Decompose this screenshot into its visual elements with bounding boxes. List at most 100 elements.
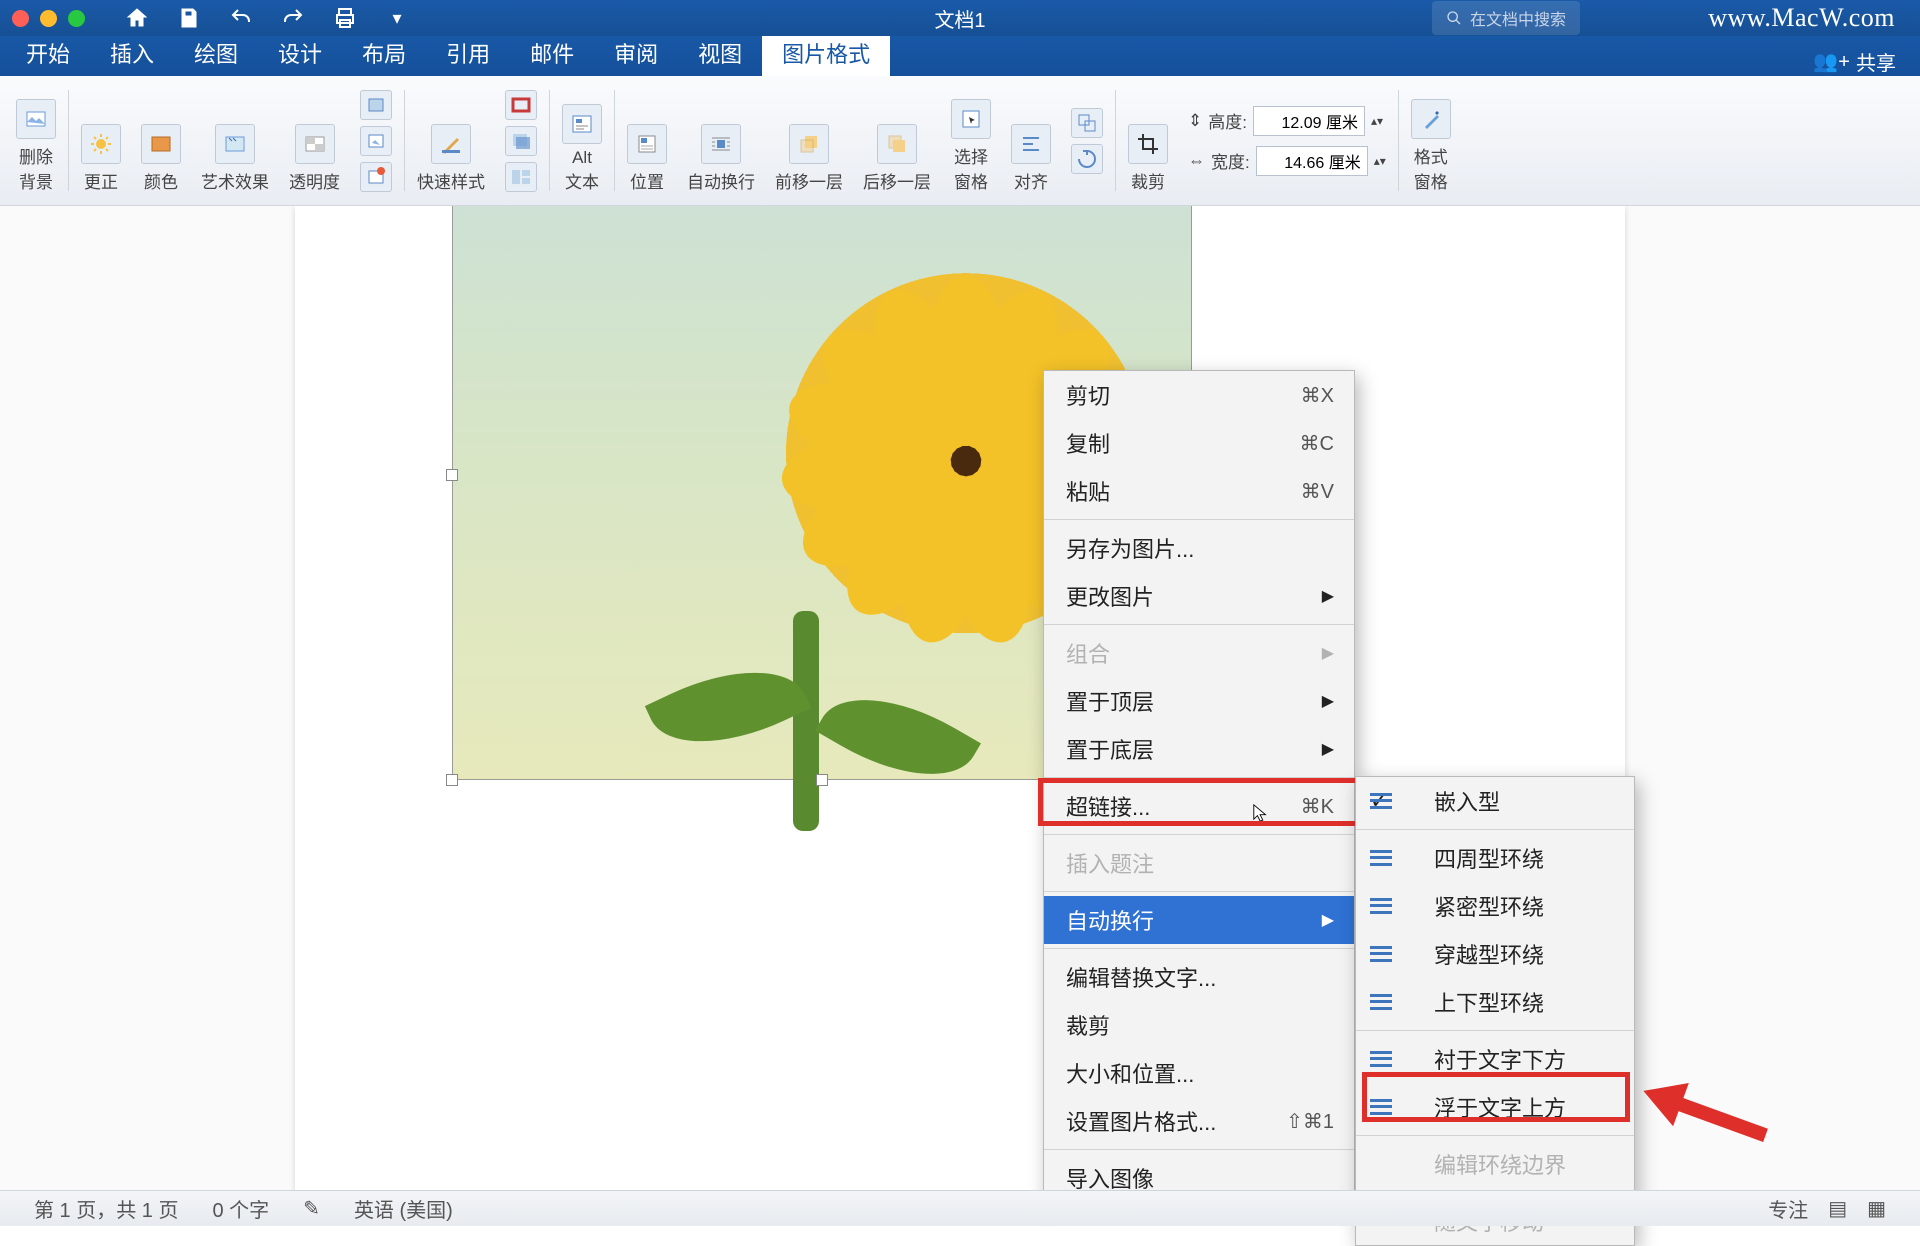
undo-icon[interactable] (229, 6, 253, 30)
customize-icon[interactable]: ▾ (385, 6, 409, 30)
search-input[interactable]: 在文档中搜索 (1432, 1, 1580, 35)
transparency-button[interactable]: 透明度 (279, 84, 350, 197)
alt-text-button[interactable]: Alt 文本 (552, 84, 612, 197)
tab-picture-format[interactable]: 图片格式 (762, 30, 890, 76)
corrections-button[interactable]: 更正 (71, 84, 131, 197)
ctx-hyperlink[interactable]: 超链接...⌘K (1044, 782, 1354, 830)
wrap-through[interactable]: 穿越型环绕 (1356, 930, 1634, 978)
format-pane-button[interactable]: 格式 窗格 (1401, 84, 1461, 197)
wrap-top-bottom[interactable]: 上下型环绕 (1356, 978, 1634, 1026)
print-icon[interactable] (333, 6, 357, 30)
view-web-icon[interactable]: ▦ (1867, 1196, 1886, 1221)
view-print-icon[interactable]: ▤ (1828, 1196, 1847, 1221)
color-button[interactable]: 颜色 (131, 84, 191, 197)
tab-references[interactable]: 引用 (426, 30, 510, 76)
status-bar: 第 1 页，共 1 页 0 个字 ✎ 英语 (美国) 专注 ▤ ▦ (0, 1190, 1920, 1226)
tab-draw[interactable]: 绘图 (174, 30, 258, 76)
save-icon[interactable] (177, 6, 201, 30)
ctx-crop[interactable]: 裁剪 (1044, 1001, 1354, 1049)
tab-layout[interactable]: 布局 (342, 30, 426, 76)
ctx-format-picture[interactable]: 设置图片格式...⇧⌘1 (1044, 1097, 1354, 1145)
wrap-icon (1370, 898, 1392, 914)
search-placeholder: 在文档中搜索 (1470, 6, 1566, 30)
ctx-send-to-back[interactable]: 置于底层▶ (1044, 725, 1354, 773)
window-controls (12, 10, 85, 27)
focus-mode[interactable]: 专注 (1768, 1194, 1808, 1223)
group-button[interactable] (1071, 108, 1103, 138)
width-input[interactable] (1256, 146, 1368, 176)
position-button[interactable]: 位置 (617, 84, 677, 197)
tab-view[interactable]: 视图 (678, 30, 762, 76)
crop-button[interactable]: 裁剪 (1118, 84, 1178, 197)
height-label: 高度: (1208, 108, 1247, 133)
wrap-in-front-of-text[interactable]: 浮于文字上方 (1356, 1083, 1634, 1131)
wrap-behind-text[interactable]: 衬于文字下方 (1356, 1035, 1634, 1083)
quick-access-toolbar: ▾ (125, 6, 409, 30)
height-icon: ⇕ (1188, 111, 1202, 131)
search-icon (1446, 10, 1462, 26)
ctx-size-position[interactable]: 大小和位置... (1044, 1049, 1354, 1097)
titlebar: ▾ 文档1 在文档中搜索 www.MacW.com (0, 0, 1920, 36)
quick-styles-button[interactable]: 快速样式 (407, 84, 495, 197)
ctx-copy[interactable]: 复制⌘C (1044, 419, 1354, 467)
rotate-button[interactable] (1071, 144, 1103, 174)
selection-pane-button[interactable]: 选择 窗格 (941, 84, 1001, 197)
word-count[interactable]: 0 个字 (212, 1194, 269, 1223)
size-group: ⇕高度:▴▾ ⇔宽度:▴▾ (1178, 84, 1396, 197)
resize-handle-s[interactable] (816, 774, 828, 786)
ctx-edit-alt-text[interactable]: 编辑替换文字... (1044, 953, 1354, 1001)
language-indicator[interactable]: 英语 (美国) (354, 1194, 453, 1223)
ctx-cut[interactable]: 剪切⌘X (1044, 371, 1354, 419)
picture-effects-button[interactable] (505, 126, 537, 156)
share-button[interactable]: 👥+共享 (1813, 47, 1896, 76)
change-picture-button[interactable] (360, 126, 392, 156)
wrap-inline[interactable]: ✓嵌入型 (1356, 777, 1634, 825)
maximize-window[interactable] (68, 10, 85, 27)
compress-button[interactable] (360, 90, 392, 120)
tab-mailings[interactable]: 邮件 (510, 30, 594, 76)
ctx-paste[interactable]: 粘贴⌘V (1044, 467, 1354, 515)
wrap-square[interactable]: 四周型环绕 (1356, 834, 1634, 882)
ctx-wrap-text[interactable]: 自动换行▶ (1044, 896, 1354, 944)
ctx-bring-to-front[interactable]: 置于顶层▶ (1044, 677, 1354, 725)
wrap-text-button[interactable]: 自动换行 (677, 84, 765, 197)
cursor-icon (1252, 803, 1270, 821)
tab-design[interactable]: 设计 (258, 30, 342, 76)
wrap-tight[interactable]: 紧密型环绕 (1356, 882, 1634, 930)
wrap-submenu: ✓嵌入型 四周型环绕 紧密型环绕 穿越型环绕 上下型环绕 衬于文字下方 浮于文字… (1355, 776, 1635, 1246)
picture-border-button[interactable] (505, 90, 537, 120)
wrap-icon (1370, 1099, 1392, 1115)
picture-layout-button[interactable] (505, 162, 537, 192)
tab-review[interactable]: 审阅 (594, 30, 678, 76)
minimize-window[interactable] (40, 10, 57, 27)
ctx-save-as-picture[interactable]: 另存为图片... (1044, 524, 1354, 572)
spellcheck-icon[interactable]: ✎ (303, 1196, 320, 1221)
wrap-edit-points: 编辑环绕边界 (1356, 1140, 1634, 1188)
resize-handle-w[interactable] (446, 469, 458, 481)
align-button[interactable]: 对齐 (1001, 84, 1061, 197)
artistic-effects-button[interactable]: 艺术效果 (191, 84, 279, 197)
home-icon[interactable] (125, 6, 149, 30)
tab-insert[interactable]: 插入 (90, 30, 174, 76)
redo-icon[interactable] (281, 6, 305, 30)
adjust-extras (350, 84, 402, 197)
ribbon: 删除 背景 更正 颜色 艺术效果 透明度 快速样式 Alt 文本 位置 自动换行… (0, 76, 1920, 206)
remove-background-button[interactable]: 删除 背景 (6, 84, 66, 197)
wrap-icon (1370, 994, 1392, 1010)
bring-forward-button[interactable]: 前移一层 (765, 84, 853, 197)
ctx-insert-caption: 插入题注 (1044, 839, 1354, 887)
share-icon: 👥+ (1813, 49, 1850, 74)
reset-picture-button[interactable] (360, 162, 392, 192)
width-label: 宽度: (1211, 148, 1250, 173)
resize-handle-sw[interactable] (446, 774, 458, 786)
close-window[interactable] (12, 10, 29, 27)
ctx-change-picture[interactable]: 更改图片▶ (1044, 572, 1354, 620)
wrap-icon (1370, 1051, 1392, 1067)
page-indicator[interactable]: 第 1 页，共 1 页 (34, 1194, 178, 1223)
wrap-icon (1370, 850, 1392, 866)
tab-home[interactable]: 开始 (6, 30, 90, 76)
ribbon-tabs: 开始 插入 绘图 设计 布局 引用 邮件 审阅 视图 图片格式 👥+共享 (0, 36, 1920, 76)
send-backward-button[interactable]: 后移一层 (853, 84, 941, 197)
height-input[interactable] (1253, 106, 1365, 136)
ctx-group: 组合▶ (1044, 629, 1354, 677)
